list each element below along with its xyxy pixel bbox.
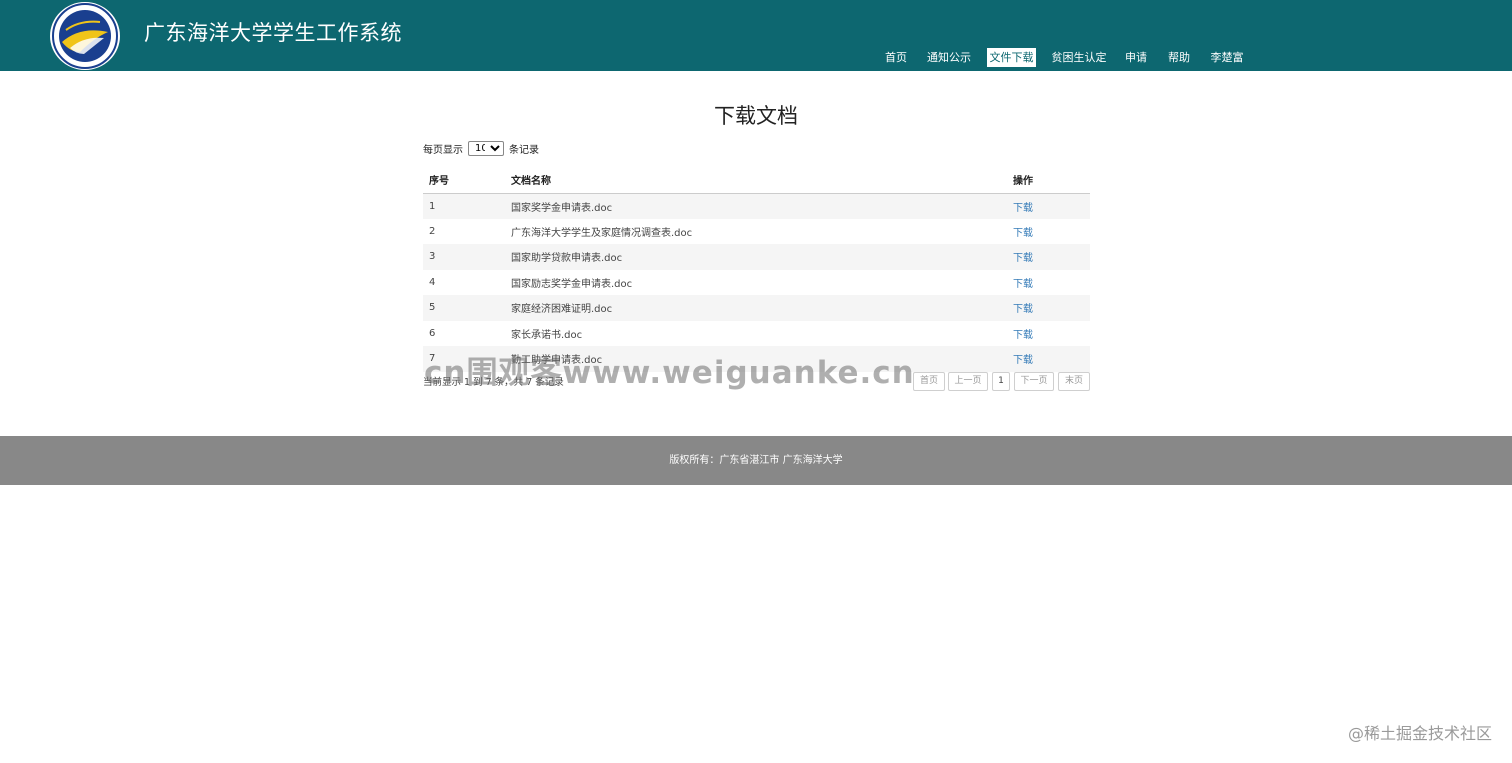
table-row: 2 广东海洋大学学生及家庭情况调查表.doc 下载 [423,219,1090,245]
table-header-row: 序号 文档名称 操作 [423,166,1090,194]
download-link[interactable]: 下载 [1013,355,1033,366]
table-row: 1 国家奖学金申请表.doc 下载 [423,193,1090,219]
site-title: 广东海洋大学学生工作系统 [144,21,402,45]
corner-watermark: @稀土掘金技术社区 [1347,724,1492,743]
footer-copyright: 版权所有：广东省湛江市 广东海洋大学 [669,455,843,466]
download-link[interactable]: 下载 [1013,203,1033,214]
column-header-no[interactable]: 序号 [423,166,505,194]
documents-table: 序号 文档名称 操作 1 国家奖学金申请表.doc 下载 2 广东海洋大学学生及… [423,166,1090,372]
download-link[interactable]: 下载 [1013,330,1033,341]
nav-item-poverty-recognition[interactable]: 贫困生认定 [1050,48,1108,67]
row-doc-name: 国家助学贷款申请表.doc [505,244,1007,270]
row-no: 5 [423,295,505,321]
row-doc-name: 家长承诺书.doc [511,329,583,341]
nav-item-notices[interactable]: 通知公示 [925,48,973,67]
row-no: 6 [429,327,436,339]
watermark: cn围观客www.weiguanke.cn [424,355,915,391]
column-header-name[interactable]: 文档名称 [505,166,1007,194]
row-no: 3 [423,244,505,270]
row-no: 2 [429,225,436,237]
nav-item-help[interactable]: 帮助 [1165,48,1193,67]
row-doc-name: 国家奖学金申请表.doc [505,193,1007,219]
nav-item-home[interactable]: 首页 [882,48,910,67]
pager-first-button[interactable]: 首页 [913,372,945,391]
nav-item-apply[interactable]: 申请 [1122,48,1150,67]
download-link[interactable]: 下载 [1013,228,1033,239]
header-bar: 广东海洋大学学生工作系统 [0,0,1512,71]
pager-next-button[interactable]: 下一页 [1014,372,1054,391]
table-row: 3 国家助学贷款申请表.doc 下载 [423,244,1090,270]
row-doc-name: 家庭经济困难证明.doc [505,295,1007,321]
table-row: 4 国家励志奖学金申请表.doc 下载 [423,270,1090,296]
nav-item-user[interactable]: 李楚富 [1208,48,1246,67]
page-title: 下载文档 [714,104,798,128]
download-link[interactable]: 下载 [1013,279,1033,290]
table-row: 5 家庭经济困难证明.doc 下载 [423,295,1090,321]
download-link[interactable]: 下载 [1013,253,1033,264]
page-size-prefix: 每页显示 [423,144,463,156]
row-no: 4 [429,276,436,288]
university-logo[interactable] [50,2,120,70]
table-row: 6 家长承诺书.doc 下载 [423,321,1090,347]
page-size-control: 每页显示 10 条记录 [423,140,539,156]
page-size-suffix: 条记录 [509,144,539,156]
page-size-select[interactable]: 10 [468,140,504,156]
pager-page-1[interactable]: 1 [992,372,1010,391]
download-link[interactable]: 下载 [1013,304,1033,315]
row-doc-name: 广东海洋大学学生及家庭情况调查表.doc [511,227,693,239]
pager-last-button[interactable]: 末页 [1058,372,1090,391]
pager-prev-button[interactable]: 上一页 [948,372,988,391]
logo-emblem-icon [52,3,118,69]
nav-item-downloads[interactable]: 文件下载 [987,48,1036,67]
row-no: 1 [423,193,505,219]
column-header-action[interactable]: 操作 [1007,166,1090,194]
row-doc-name: 国家励志奖学金申请表.doc [511,278,633,290]
footer: 版权所有：广东省湛江市 广东海洋大学 [0,436,1512,485]
